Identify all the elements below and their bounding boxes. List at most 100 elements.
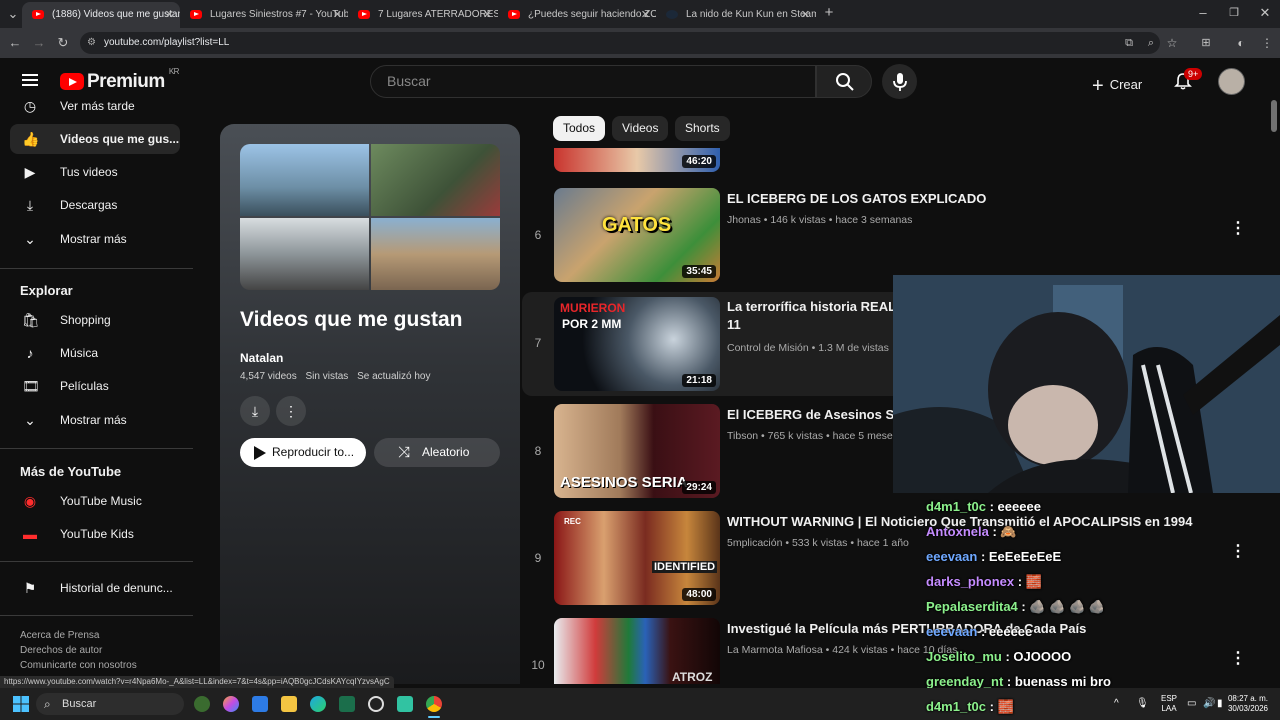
video-thumbnail[interactable]: ASESINOS SERIA 29:24 bbox=[554, 404, 720, 498]
network-icon[interactable]: ▭ bbox=[1187, 699, 1196, 709]
video-meta: Jhonas • 146 k vistas • hace 3 semanas bbox=[727, 214, 913, 226]
page-scrollbar[interactable] bbox=[1271, 100, 1277, 132]
windows-taskbar: ⌕ Buscar ^ 🎙 ESP LAA ▭ 🔊 ▮ 08:27 a. m. 30/… bbox=[0, 688, 1280, 720]
youtube-premium-logo[interactable]: Premium KR bbox=[87, 67, 179, 93]
back-icon[interactable]: ← bbox=[6, 34, 24, 52]
menu-kebab-icon[interactable]: ⋮ bbox=[1258, 34, 1276, 52]
chip-shorts[interactable]: Shorts bbox=[675, 116, 730, 141]
chat-message: greenday_nt : buenass mi bro bbox=[926, 674, 1111, 689]
taskbar-search[interactable]: ⌕ Buscar bbox=[36, 693, 184, 715]
microphone-icon bbox=[893, 73, 907, 91]
table-row[interactable]: 9 REC IDENTIFIED 48:00 WITHOUT WARNING |… bbox=[522, 511, 1262, 611]
input-language[interactable]: ESP LAA bbox=[1158, 694, 1180, 714]
tab-search-icon[interactable]: ⌄ bbox=[4, 5, 22, 23]
close-tab-icon[interactable]: ✕ bbox=[165, 2, 174, 28]
thumbnail-text: IDENTIFIED bbox=[652, 561, 718, 573]
streamlabs-icon[interactable] bbox=[397, 696, 413, 712]
video-thumbnail[interactable]: GATOS 35:45 bbox=[554, 188, 720, 282]
widgets-icon[interactable] bbox=[194, 696, 210, 712]
profile-icon[interactable]: ◐ bbox=[1232, 34, 1250, 52]
minimize-icon[interactable]: – bbox=[1194, 4, 1212, 22]
browser-tab-3[interactable]: 7 Lugares ATERRADORES en LA ✕ bbox=[348, 2, 498, 28]
zoom-icon[interactable]: ⌕ bbox=[1142, 34, 1160, 52]
streamer-webcam-image bbox=[893, 275, 1280, 493]
video-thumbnail[interactable]: MURIERON POR 2 MM 21:18 bbox=[554, 297, 720, 391]
search-button[interactable] bbox=[816, 65, 872, 98]
close-window-icon[interactable]: ✕ bbox=[1256, 4, 1274, 22]
plus-icon: + bbox=[1092, 75, 1104, 97]
thumbnail-text: POR 2 MM bbox=[562, 317, 622, 331]
video-thumbnail[interactable]: REC IDENTIFIED 48:00 bbox=[554, 511, 720, 605]
account-avatar[interactable] bbox=[1218, 68, 1245, 95]
extensions-icon[interactable]: ⊞ bbox=[1197, 34, 1215, 52]
sidebar-item-watch-later[interactable]: ◷ Ver más tarde bbox=[10, 94, 180, 121]
thumbs-up-icon: 👍 bbox=[22, 131, 40, 147]
youtube-logo-icon[interactable] bbox=[60, 73, 84, 90]
video-thumbnail[interactable]: 46:20 bbox=[554, 148, 720, 172]
video-index: 9 bbox=[534, 551, 542, 565]
channel-name[interactable]: 5mplicación bbox=[727, 537, 782, 549]
url-field[interactable]: ⚙ youtube.com/playlist?list=LL bbox=[80, 32, 1160, 54]
video-thumbnail[interactable]: ATROZ bbox=[554, 618, 720, 684]
chrome-icon[interactable] bbox=[426, 696, 442, 712]
forward-icon[interactable]: → bbox=[30, 34, 48, 52]
copilot-icon[interactable] bbox=[223, 696, 239, 712]
youtube-favicon-icon bbox=[358, 10, 370, 19]
duration-badge: 48:00 bbox=[682, 588, 716, 601]
close-tab-icon[interactable]: ✕ bbox=[333, 2, 342, 28]
browser-tab-5[interactable]: La nido de Kun Kun en Steam ✕ bbox=[656, 2, 816, 28]
edge-icon[interactable] bbox=[310, 696, 326, 712]
close-tab-icon[interactable]: ✕ bbox=[801, 2, 810, 28]
browser-tab-2[interactable]: Lugares Siniestros #7 - YouTub ✕ bbox=[180, 2, 348, 28]
bookmark-star-icon[interactable]: ☆ bbox=[1163, 34, 1181, 52]
search-icon: ⌕ bbox=[44, 697, 51, 711]
restore-icon[interactable]: ❐ bbox=[1225, 4, 1243, 22]
video-title[interactable]: EL ICEBERG DE LOS GATOS EXPLICADO bbox=[727, 190, 1207, 208]
install-app-icon[interactable]: ⧉ bbox=[1120, 34, 1138, 52]
tab-label: Lugares Siniestros #7 - YouTub bbox=[210, 9, 348, 20]
channel-name[interactable]: Tibson bbox=[727, 430, 758, 442]
browser-tab-1[interactable]: (1886) Videos que me gustan - ✕ bbox=[22, 2, 180, 28]
store-icon[interactable] bbox=[252, 696, 268, 712]
reload-icon[interactable]: ↻ bbox=[54, 34, 72, 52]
windows-start-icon[interactable] bbox=[13, 696, 29, 712]
video-meta: Control de Misión • 1.3 M de vistas bbox=[727, 342, 889, 354]
close-tab-icon[interactable]: ✕ bbox=[483, 2, 492, 28]
battery-icon[interactable]: ▮ bbox=[1217, 699, 1223, 709]
volume-icon[interactable]: 🔊 bbox=[1203, 699, 1215, 709]
chip-all[interactable]: Todos bbox=[553, 116, 606, 141]
video-meta: Tibson • 765 k vistas • hace 5 meses bbox=[727, 430, 898, 442]
hamburger-menu-icon[interactable] bbox=[22, 74, 38, 86]
channel-name[interactable]: Control de Misión bbox=[727, 342, 809, 354]
channel-name[interactable]: Jhonas bbox=[727, 214, 761, 226]
voice-search-button[interactable] bbox=[882, 64, 917, 99]
table-row[interactable]: 46:20 bbox=[522, 148, 1262, 178]
duration-badge: 21:18 bbox=[682, 374, 716, 387]
video-menu-icon[interactable]: ⋮ bbox=[1230, 221, 1246, 237]
browser-tab-4[interactable]: ¿Puedes seguir haciendo ZOOM ✕ bbox=[498, 2, 656, 28]
tray-chevron-icon[interactable]: ^ bbox=[1114, 699, 1119, 709]
video-menu-icon[interactable]: ⋮ bbox=[1230, 651, 1246, 667]
new-tab-button[interactable]: + bbox=[820, 4, 838, 22]
browser-address-bar: ← → ↻ ⚙ youtube.com/playlist?list=LL ⧉ ⌕… bbox=[0, 28, 1280, 58]
tab-label: La nido de Kun Kun en Steam bbox=[686, 9, 816, 20]
duration-badge: 46:20 bbox=[682, 155, 716, 168]
create-button[interactable]: + Crear bbox=[1092, 72, 1142, 97]
table-row[interactable]: 10 ATROZ Investigué la Película más PERT… bbox=[522, 618, 1262, 684]
clock[interactable]: 08:27 a. m. 30/03/2026 bbox=[1226, 694, 1270, 714]
tab-label: ¿Puedes seguir haciendo ZOOM bbox=[528, 9, 656, 20]
site-info-icon[interactable]: ⚙ bbox=[87, 32, 96, 54]
table-row[interactable]: 6 GATOS 35:45 EL ICEBERG DE LOS GATOS EX… bbox=[522, 188, 1262, 288]
file-explorer-icon[interactable] bbox=[281, 696, 297, 712]
app-icon[interactable] bbox=[339, 696, 355, 712]
chat-message: eeevaan : EeEeEeEeE bbox=[926, 549, 1062, 564]
video-menu-icon[interactable]: ⋮ bbox=[1230, 544, 1246, 560]
tray-mic-icon[interactable]: 🎙 bbox=[1136, 699, 1149, 709]
clock-icon: ◷ bbox=[23, 98, 37, 114]
obs-icon[interactable] bbox=[368, 696, 384, 712]
close-tab-icon[interactable]: ✕ bbox=[641, 2, 650, 28]
channel-name[interactable]: La Marmota Mafiosa bbox=[727, 644, 823, 656]
chip-videos[interactable]: Videos bbox=[612, 116, 669, 141]
search-input[interactable]: Buscar bbox=[370, 65, 816, 98]
browser-tab-bar: ⌄ (1886) Videos que me gustan - ✕ Lugare… bbox=[0, 0, 1280, 28]
